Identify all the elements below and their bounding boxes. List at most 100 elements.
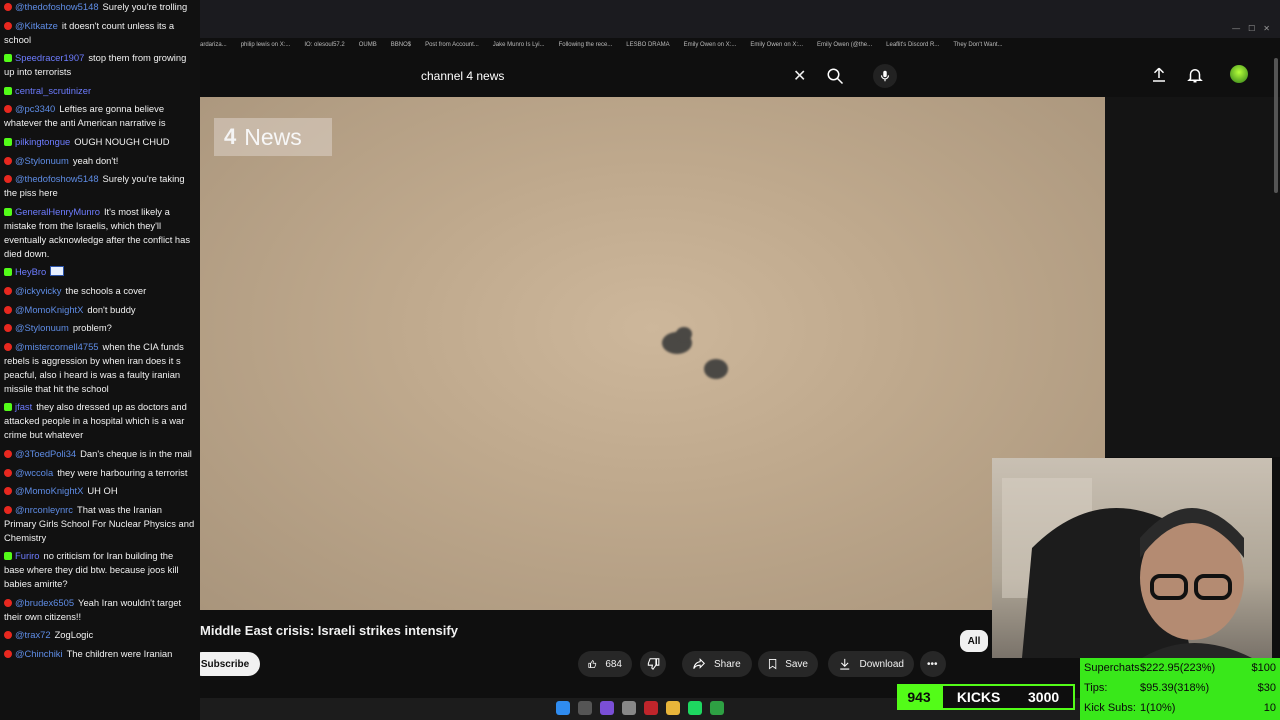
more-actions-button[interactable]: ••• (920, 651, 946, 677)
webcam-overlay (992, 458, 1272, 658)
page-scrollbar[interactable] (1274, 58, 1278, 193)
flag-icon (50, 266, 65, 277)
bookmark[interactable]: They Don't Want... (953, 42, 1002, 48)
minimize-icon[interactable]: — (1232, 24, 1240, 33)
chat-text: ZogLogic (54, 629, 94, 641)
share-icon (693, 658, 705, 669)
chat-text: they were harbouring a terrorist (57, 466, 188, 478)
bookmark[interactable]: LESBO DRAMA (626, 42, 669, 48)
chat-message: @3ToedPoli34 Dan's cheque is in the mail (0, 447, 200, 466)
bell-icon[interactable] (1186, 66, 1204, 84)
bookmark[interactable]: Post from Account... (425, 42, 479, 48)
search-input[interactable]: channel 4 news (410, 62, 820, 90)
chat-message: @MomoKnightX UH OH (0, 484, 200, 503)
smoke-cloud (704, 359, 728, 379)
chat-message: @pc3340 Lefties are gonna believe whateve… (0, 102, 200, 135)
save-button[interactable]: Save (758, 651, 818, 677)
browser-toolbar (200, 0, 1280, 38)
bookmark[interactable]: IO: olesoul57.2 (304, 42, 344, 48)
kick-icon (4, 137, 12, 146)
close-icon[interactable]: ✕ (1263, 24, 1270, 33)
donation-stats: Superchats: $222.95(223%) $100 Tips: $95… (1080, 658, 1280, 720)
chat-message: @nrconleynrc That was the Iranian Primary… (0, 503, 200, 550)
youtube-icon (4, 156, 12, 165)
bookmark[interactable]: Jake Munro Is Lyi... (493, 42, 545, 48)
chat-username: Furiro (15, 550, 40, 562)
youtube-icon (4, 505, 12, 514)
download-icon (840, 658, 850, 670)
bookmark[interactable]: philip lewis on X:... (241, 42, 291, 48)
bookmark[interactable]: ardariza... (200, 42, 227, 48)
search-taskbar-icon[interactable] (578, 701, 592, 715)
folder-icon[interactable] (666, 701, 680, 715)
stat-goal: 10 (1263, 702, 1276, 714)
discord-icon[interactable] (600, 701, 614, 715)
chat-message: @brudex6505 Yeah Iran wouldn't target the… (0, 596, 200, 629)
chat-username: @MomoKnightX (15, 485, 84, 497)
settings-icon[interactable] (622, 701, 636, 715)
microphone-icon[interactable] (873, 64, 897, 88)
related-panel (1105, 97, 1280, 457)
chat-message: @wccola they were harbouring a terrorist (0, 466, 200, 485)
chat-text: yeah don't! (72, 154, 119, 166)
video-player[interactable] (200, 97, 1105, 610)
download-button[interactable]: Download (828, 651, 914, 677)
stat-goal: $100 (1251, 662, 1276, 674)
chat-username: Speedracer1907 (15, 52, 85, 64)
bookmark[interactable]: Emily Owen on X:... (684, 42, 737, 48)
dislike-button[interactable] (640, 651, 666, 677)
download-label: Download (859, 658, 904, 670)
upload-icon[interactable] (1150, 66, 1168, 84)
youtube-icon (4, 286, 12, 295)
save-label: Save (785, 658, 808, 670)
chat-username: @pc3340 (15, 103, 56, 115)
smoke-cloud (676, 327, 692, 341)
kick-icon (4, 403, 12, 412)
clear-search-icon[interactable]: ✕ (793, 66, 806, 86)
like-button[interactable]: 684 (578, 651, 632, 677)
bookmark[interactable]: Emily Owen on X:... (750, 42, 803, 48)
windows-start-icon[interactable] (556, 701, 570, 715)
stat-value: 1(10%) (1140, 702, 1176, 714)
bookmark[interactable]: Following the rece... (559, 42, 613, 48)
bookmark[interactable]: BBNO$ (391, 42, 411, 48)
chat-text: UH OH (87, 485, 118, 497)
like-count: 684 (605, 658, 622, 670)
chat-message: HeyBro (0, 265, 200, 284)
chat-text: don't buddy (87, 303, 136, 315)
chat-message: pilkingtongue OUGH NOUGH CHUD (0, 135, 200, 154)
chat-message: @MomoKnightX don't buddy (0, 303, 200, 322)
chat-message: @Stylonuum problem? (0, 321, 200, 340)
chat-username: pilkingtongue (15, 135, 71, 147)
chat-message: @mistercornell4755 when the CIA funds reb… (0, 340, 200, 401)
bookmark[interactable]: OUMB (359, 42, 377, 48)
youtube-icon (4, 105, 12, 114)
bookmark[interactable]: Emily Owen (@the... (817, 42, 872, 48)
maximize-icon[interactable]: ☐ (1248, 24, 1255, 33)
xbox-icon[interactable] (710, 701, 724, 715)
share-label: Share (714, 658, 741, 670)
chat-message: jfast they also dressed up as doctors and… (0, 400, 200, 447)
avatar[interactable] (1230, 65, 1248, 83)
chat-message: @thedofoshow5148 Surely you're taking the… (0, 172, 200, 205)
kick-icon (4, 86, 12, 95)
kick-label: KICKS (956, 689, 1001, 705)
spotify-icon[interactable] (688, 701, 702, 715)
share-button[interactable]: Share (682, 651, 752, 677)
kick-goal: 3000 (1028, 689, 1060, 705)
chat-message: central_scrutinizer (0, 84, 200, 103)
chat-message: Furiro no criticism for Iran building the… (0, 549, 200, 596)
chat-text: The children were Iranian (66, 648, 173, 660)
taskbar-icons (556, 701, 724, 715)
search-query: channel 4 news (421, 69, 505, 83)
bookmark[interactable]: Leaflit's Discord R... (886, 42, 939, 48)
browser-icon[interactable] (644, 701, 658, 715)
chat-text: Surely you're trolling (102, 1, 188, 12)
filter-chip-all[interactable]: All (960, 630, 988, 652)
bookmark-icon (768, 658, 777, 670)
youtube-icon (4, 650, 12, 659)
chat-message: @Kitkatze it doesn't count unless its a s… (0, 19, 200, 52)
search-icon[interactable] (826, 67, 844, 85)
window-controls: — ☐ ✕ (1232, 24, 1270, 33)
subscribe-button[interactable]: Subscribe (190, 652, 260, 676)
